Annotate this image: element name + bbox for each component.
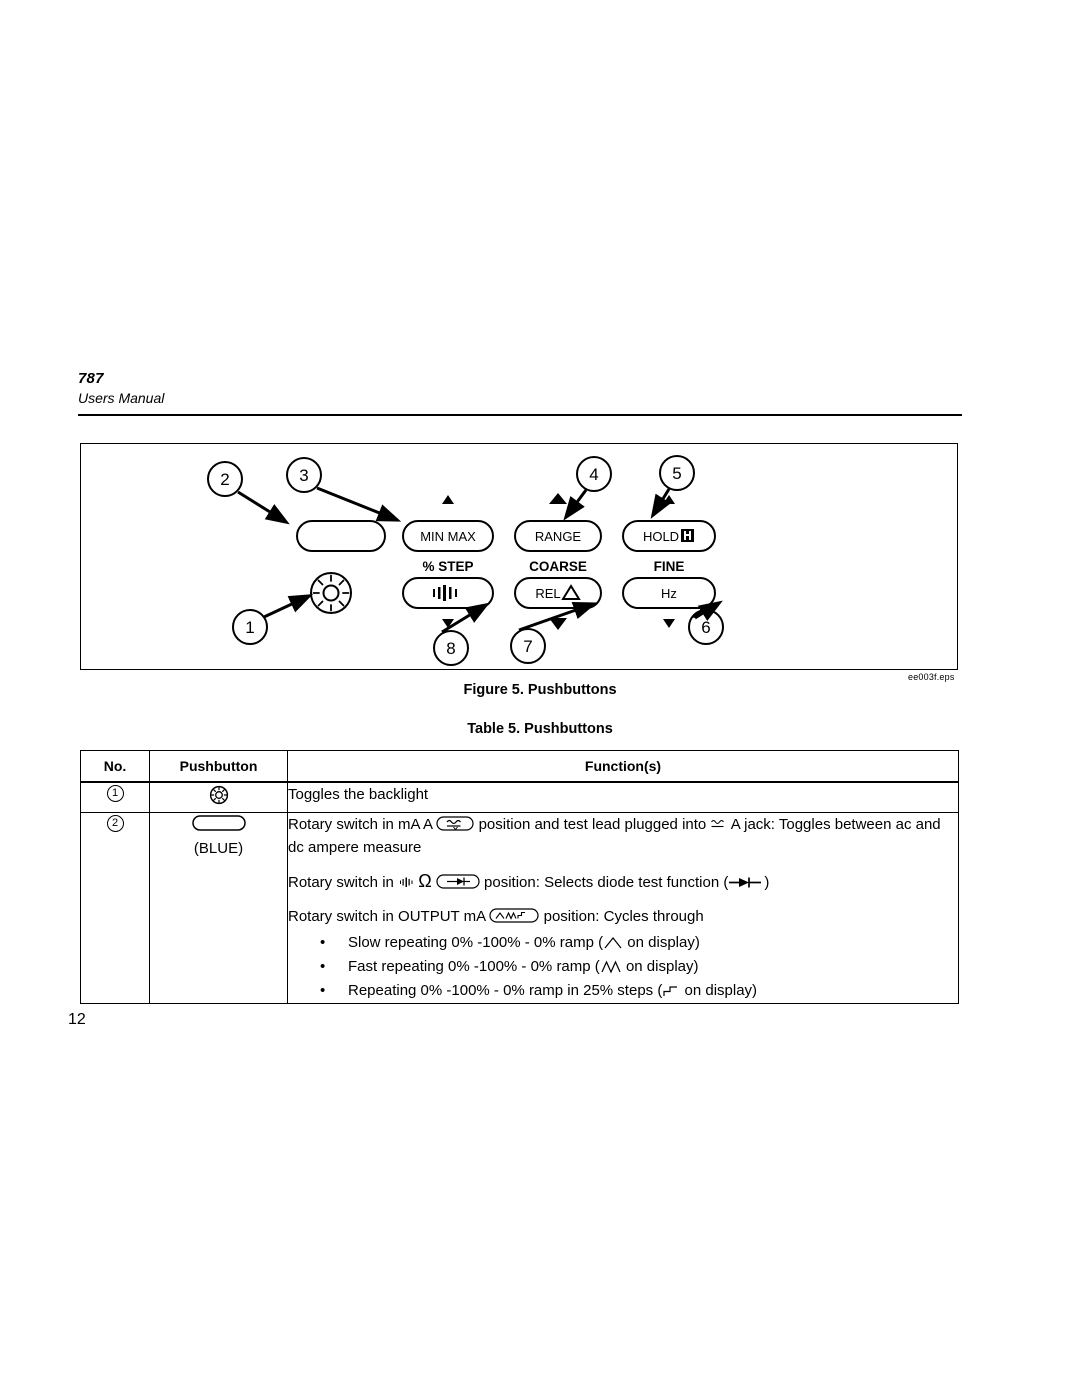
- row-pushbutton-cell: [149, 781, 288, 813]
- figure-rel-label: REL: [535, 586, 560, 601]
- callout-label-4: 4: [589, 465, 598, 484]
- circled-number-2: 2: [106, 815, 124, 832]
- diode-position-icon: [436, 874, 480, 889]
- ohm-symbol: Ω: [418, 871, 432, 891]
- list-item: • Repeating 0% -100% - 0% ramp in 25% st…: [288, 979, 958, 1003]
- function-text-part: position and test lead plugged into: [478, 816, 707, 833]
- page-number: 12: [68, 1011, 86, 1028]
- function-text: Toggles the backlight: [288, 786, 429, 803]
- leader-line-1: [263, 594, 314, 619]
- callout-label-7: 7: [523, 637, 532, 656]
- function-paragraph-output: Rotary switch in OUTPUT mA position: Cyc…: [288, 905, 958, 928]
- output-ma-position-icon: [489, 908, 540, 923]
- blue-button-caption: (BLUE): [193, 840, 244, 857]
- column-header-pushbutton: Pushbutton: [149, 750, 288, 783]
- eps-filename-label: ee003f.eps: [908, 672, 955, 682]
- function-text-part: position: Selects diode test function (: [484, 874, 729, 891]
- function-text-part: position: Cycles through: [543, 908, 704, 925]
- bullet-text: Slow repeating 0% -100% - 0% ramp (: [348, 934, 604, 951]
- bullet-text: on display): [625, 958, 699, 975]
- blank-button-icon: [191, 815, 246, 831]
- function-text-part: Rotary switch in mA A: [288, 816, 433, 833]
- leader-line-4: [563, 489, 588, 521]
- function-paragraph-ac-dc: Rotary switch in mA A position and test …: [288, 813, 958, 859]
- function-bullet-list: • Slow repeating 0% -100% - 0% ramp ( on…: [288, 931, 958, 1003]
- leader-line-2: [237, 490, 290, 525]
- circled-number-1: 1: [106, 785, 124, 802]
- fast-ramp-icon: [601, 960, 621, 974]
- figure-fine-label: FINE: [654, 559, 685, 574]
- table-header-row: No. Pushbutton Function(s): [80, 750, 959, 783]
- down-arrow-fine: [663, 619, 675, 628]
- figure-percent-step-label: % STEP: [422, 559, 473, 574]
- callout-label-3: 3: [299, 466, 308, 485]
- column-header-functions: Function(s): [287, 750, 959, 783]
- column-header-no: No.: [80, 750, 150, 783]
- pushbuttons-table: No. Pushbutton Function(s) 1 Toggles the…: [80, 750, 959, 1004]
- table-caption: Table 5. Pushbuttons: [467, 721, 613, 737]
- function-text-part: Rotary switch in OUTPUT mA: [288, 908, 486, 925]
- bullet-text: Fast repeating 0% -100% - 0% ramp (: [348, 958, 600, 975]
- bullet-text: Repeating 0% -100% - 0% ramp in 25% step…: [348, 982, 663, 999]
- pushbuttons-diagram: MIN MAX RANGE HOLD % STEP COARSE FINE RE…: [207, 455, 724, 666]
- figure-hz-label: Hz: [661, 586, 677, 601]
- up-arrow-step: [442, 495, 454, 504]
- callout-label-8: 8: [446, 639, 455, 658]
- beeper-icon: [400, 877, 413, 887]
- ac-dc-symbol-icon: [711, 819, 725, 828]
- step-ramp-icon: [663, 986, 678, 996]
- row-function-cell: Toggles the backlight: [287, 781, 959, 813]
- figure-beeper-button: [402, 577, 494, 609]
- manual-model-number: 787: [78, 370, 104, 387]
- figure-caption: Figure 5. Pushbuttons: [463, 682, 617, 698]
- hold-h-icon: [681, 529, 694, 542]
- figure-hold-label: HOLD: [643, 529, 679, 544]
- list-item: • Slow repeating 0% -100% - 0% ramp ( on…: [288, 931, 958, 955]
- page-header: 787 Users Manual: [78, 370, 962, 407]
- table-row: 2 (BLUE) Rotary switch in mA A position …: [80, 812, 959, 1004]
- figure-min-max-label: MIN MAX: [420, 529, 476, 544]
- callout-label-5: 5: [672, 464, 681, 483]
- table-row: 1 Toggles the backlight: [80, 781, 959, 813]
- ma-a-position-icon: [436, 816, 475, 831]
- figure-coarse-label: COARSE: [529, 559, 587, 574]
- function-paragraph-diode: Rotary switch in Ω position: Selects dio…: [288, 870, 958, 894]
- row-number-cell: 1: [80, 781, 150, 813]
- leader-line-8: [441, 602, 490, 634]
- callout-label-1: 1: [245, 618, 254, 637]
- row-number-cell: 2: [80, 812, 150, 1004]
- bullet-dot: •: [320, 958, 326, 975]
- slow-ramp-icon: [604, 937, 622, 949]
- figure-blank-blue-button: [296, 520, 386, 552]
- up-arrow-coarse: [549, 493, 567, 504]
- figure-range-label: RANGE: [535, 529, 582, 544]
- figure-backlight-button: [310, 572, 352, 614]
- header-divider: [78, 414, 962, 416]
- backlight-icon: [209, 785, 228, 805]
- row-pushbutton-cell: (BLUE): [149, 812, 288, 1004]
- bullet-dot: •: [320, 982, 326, 999]
- row-function-cell: Rotary switch in mA A position and test …: [287, 812, 959, 1004]
- callout-label-6: 6: [701, 618, 710, 637]
- bullet-text: on display): [684, 982, 758, 999]
- diode-symbol-icon: [729, 877, 762, 888]
- bullet-dot: •: [320, 934, 326, 951]
- list-item: • Fast repeating 0% -100% - 0% ramp ( on…: [288, 955, 958, 979]
- callout-label-2: 2: [220, 470, 229, 489]
- leader-line-3: [316, 486, 402, 522]
- manual-title: Users Manual: [78, 390, 165, 406]
- function-text-part: Rotary switch in: [288, 874, 394, 891]
- function-text-part: ): [764, 874, 770, 891]
- figure-5-panel: MIN MAX RANGE HOLD % STEP COARSE FINE RE…: [80, 443, 958, 670]
- bullet-text: on display): [627, 934, 700, 951]
